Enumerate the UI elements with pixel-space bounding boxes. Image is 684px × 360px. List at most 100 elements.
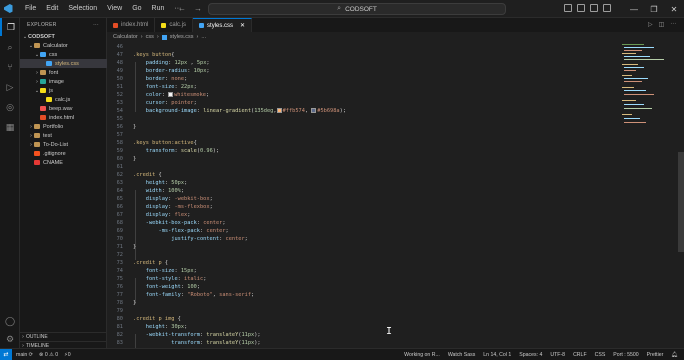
folder-icon (34, 142, 40, 147)
code-token: ; (196, 284, 201, 290)
run-debug-icon[interactable]: ▷ (0, 78, 20, 96)
code-line: 72 (107, 251, 667, 259)
branch-indicator[interactable]: main ⟳ (16, 352, 33, 358)
more-icon[interactable]: ··· (670, 21, 676, 28)
cursor-position[interactable]: Ln 14, Col 1 (483, 352, 511, 358)
run-icon[interactable]: ▷ (648, 21, 653, 28)
customize-layout-icon[interactable] (603, 4, 611, 12)
menu-item[interactable]: Run (147, 0, 170, 18)
code-token: { (171, 52, 175, 58)
code-token: center (206, 228, 226, 234)
code-text: cursor: pointer; (133, 99, 197, 107)
extensions-icon[interactable]: ▦ (0, 118, 20, 136)
tree-item[interactable]: index.html (20, 113, 107, 122)
notifications-icon[interactable]: 🔔︎ (671, 352, 678, 358)
maximize-button[interactable]: ❐ (644, 0, 664, 18)
explorer-header: EXPLORER ··· (20, 18, 106, 32)
split-editor-icon[interactable]: ◫ (659, 21, 665, 28)
color-swatch[interactable] (168, 92, 174, 97)
code-token: display (145, 196, 169, 202)
prettier-status[interactable]: Prettier (647, 352, 664, 358)
line-number: 81 (116, 324, 123, 330)
close-window-button[interactable]: ✕ (664, 0, 684, 18)
tree-item[interactable]: › test (20, 131, 107, 140)
menu-item[interactable]: Selection (63, 0, 102, 18)
tree-item[interactable]: calc.js (20, 95, 107, 104)
settings-icon[interactable]: ⚙ (0, 330, 20, 348)
code-line: 67 display: flex; (107, 211, 667, 219)
line-number: 50 (116, 76, 123, 82)
toggle-sidebar-icon[interactable] (564, 4, 572, 12)
code-text: .credit { (133, 171, 162, 179)
color-swatch[interactable] (276, 108, 282, 113)
tree-item[interactable]: › To-Do-List (20, 140, 107, 149)
ports-indicator[interactable]: ⚡0 (64, 352, 71, 358)
watch-sass-button[interactable]: Watch Sass (448, 352, 475, 358)
tree-item[interactable]: › font (20, 68, 107, 77)
tree-item[interactable]: ⌄ css (20, 50, 107, 59)
menu-bar: File Edit Selection View Go Run ··· (20, 0, 186, 18)
problems-indicator[interactable]: ⊗ 0 ⚠ 0 (39, 352, 58, 358)
editor-tab[interactable]: index.html (107, 18, 156, 32)
code-editor[interactable]: 46 47 .keys button{48 padding: 12px , 5px;… (107, 42, 684, 348)
breadcrumb-item[interactable]: css (146, 34, 154, 40)
tree-item[interactable]: styles.css (20, 59, 107, 68)
minimap[interactable] (620, 42, 676, 142)
code-token: ; (251, 292, 255, 298)
code-line: 80 .credit p img { (107, 315, 667, 323)
code-line: 54 background-image: linear-gradient(135… (107, 107, 667, 115)
more-actions-icon[interactable]: ··· (93, 22, 99, 28)
close-icon[interactable]: ✕ (240, 22, 245, 29)
menu-item[interactable]: View (102, 0, 127, 18)
tree-item[interactable]: › image (20, 77, 107, 86)
tree-item[interactable]: ⌄ js (20, 86, 107, 95)
language-mode[interactable]: CSS (595, 352, 606, 358)
toggle-secondary-sidebar-icon[interactable] (590, 4, 598, 12)
line-number: 56 (116, 124, 123, 130)
forward-arrow-icon[interactable]: → (194, 4, 202, 13)
live-server-port[interactable]: Port : 5500 (613, 352, 638, 358)
account-icon[interactable]: ◯ (0, 312, 20, 330)
minimize-button[interactable]: — (624, 0, 644, 18)
tree-item[interactable]: › Portfolio (20, 122, 107, 131)
encoding[interactable]: UTF-8 (550, 352, 565, 358)
editor-tab[interactable]: styles.css ✕ (193, 18, 253, 32)
tree-item[interactable]: ⌄ CODSOFT (20, 32, 107, 41)
breadcrumb-item[interactable]: ... (201, 34, 206, 40)
code-token: 10px (193, 68, 207, 74)
working-status[interactable]: Working on R... (404, 352, 440, 358)
outline-section[interactable]: › OUTLINE (20, 332, 107, 341)
breadcrumb-item[interactable]: styles.css (170, 34, 194, 40)
toggle-panel-icon[interactable] (577, 4, 585, 12)
explorer-icon[interactable]: ❐ (0, 18, 20, 36)
tree-item[interactable]: beep.wav (20, 104, 107, 113)
tree-item[interactable]: .gitignore (20, 149, 107, 158)
command-center-search[interactable]: ⌕ CODSOFT (208, 3, 506, 15)
breadcrumb-item[interactable]: Calculator (113, 34, 138, 40)
code-text: font-size: 15px; (133, 267, 197, 275)
back-arrow-icon[interactable]: ← (178, 4, 186, 13)
source-control-icon[interactable]: ⑂ (0, 58, 20, 76)
file-icon (46, 61, 52, 66)
editor-tab[interactable]: calc.js (155, 18, 194, 32)
code-token: 30px (171, 324, 185, 330)
code-token: .credit p (133, 260, 165, 266)
menu-item[interactable]: Go (127, 0, 146, 18)
menu-item[interactable]: File (20, 0, 41, 18)
remote-indicator[interactable]: ⇄ (0, 348, 12, 360)
end-of-line[interactable]: CRLF (573, 352, 587, 358)
tree-item[interactable]: ⌄ Calculator (20, 41, 107, 50)
menu-item[interactable]: Edit (41, 0, 63, 18)
scrollbar-thumb[interactable] (678, 152, 684, 252)
search-icon[interactable]: ⌕ (0, 38, 20, 56)
tree-item[interactable]: CNAME (20, 158, 107, 167)
tree-item-label: CODSOFT (28, 33, 55, 40)
remote-icon[interactable]: ◎ (0, 98, 20, 116)
color-swatch[interactable] (311, 108, 317, 113)
indentation[interactable]: Spaces: 4 (519, 352, 542, 358)
line-number: 64 (116, 188, 123, 194)
